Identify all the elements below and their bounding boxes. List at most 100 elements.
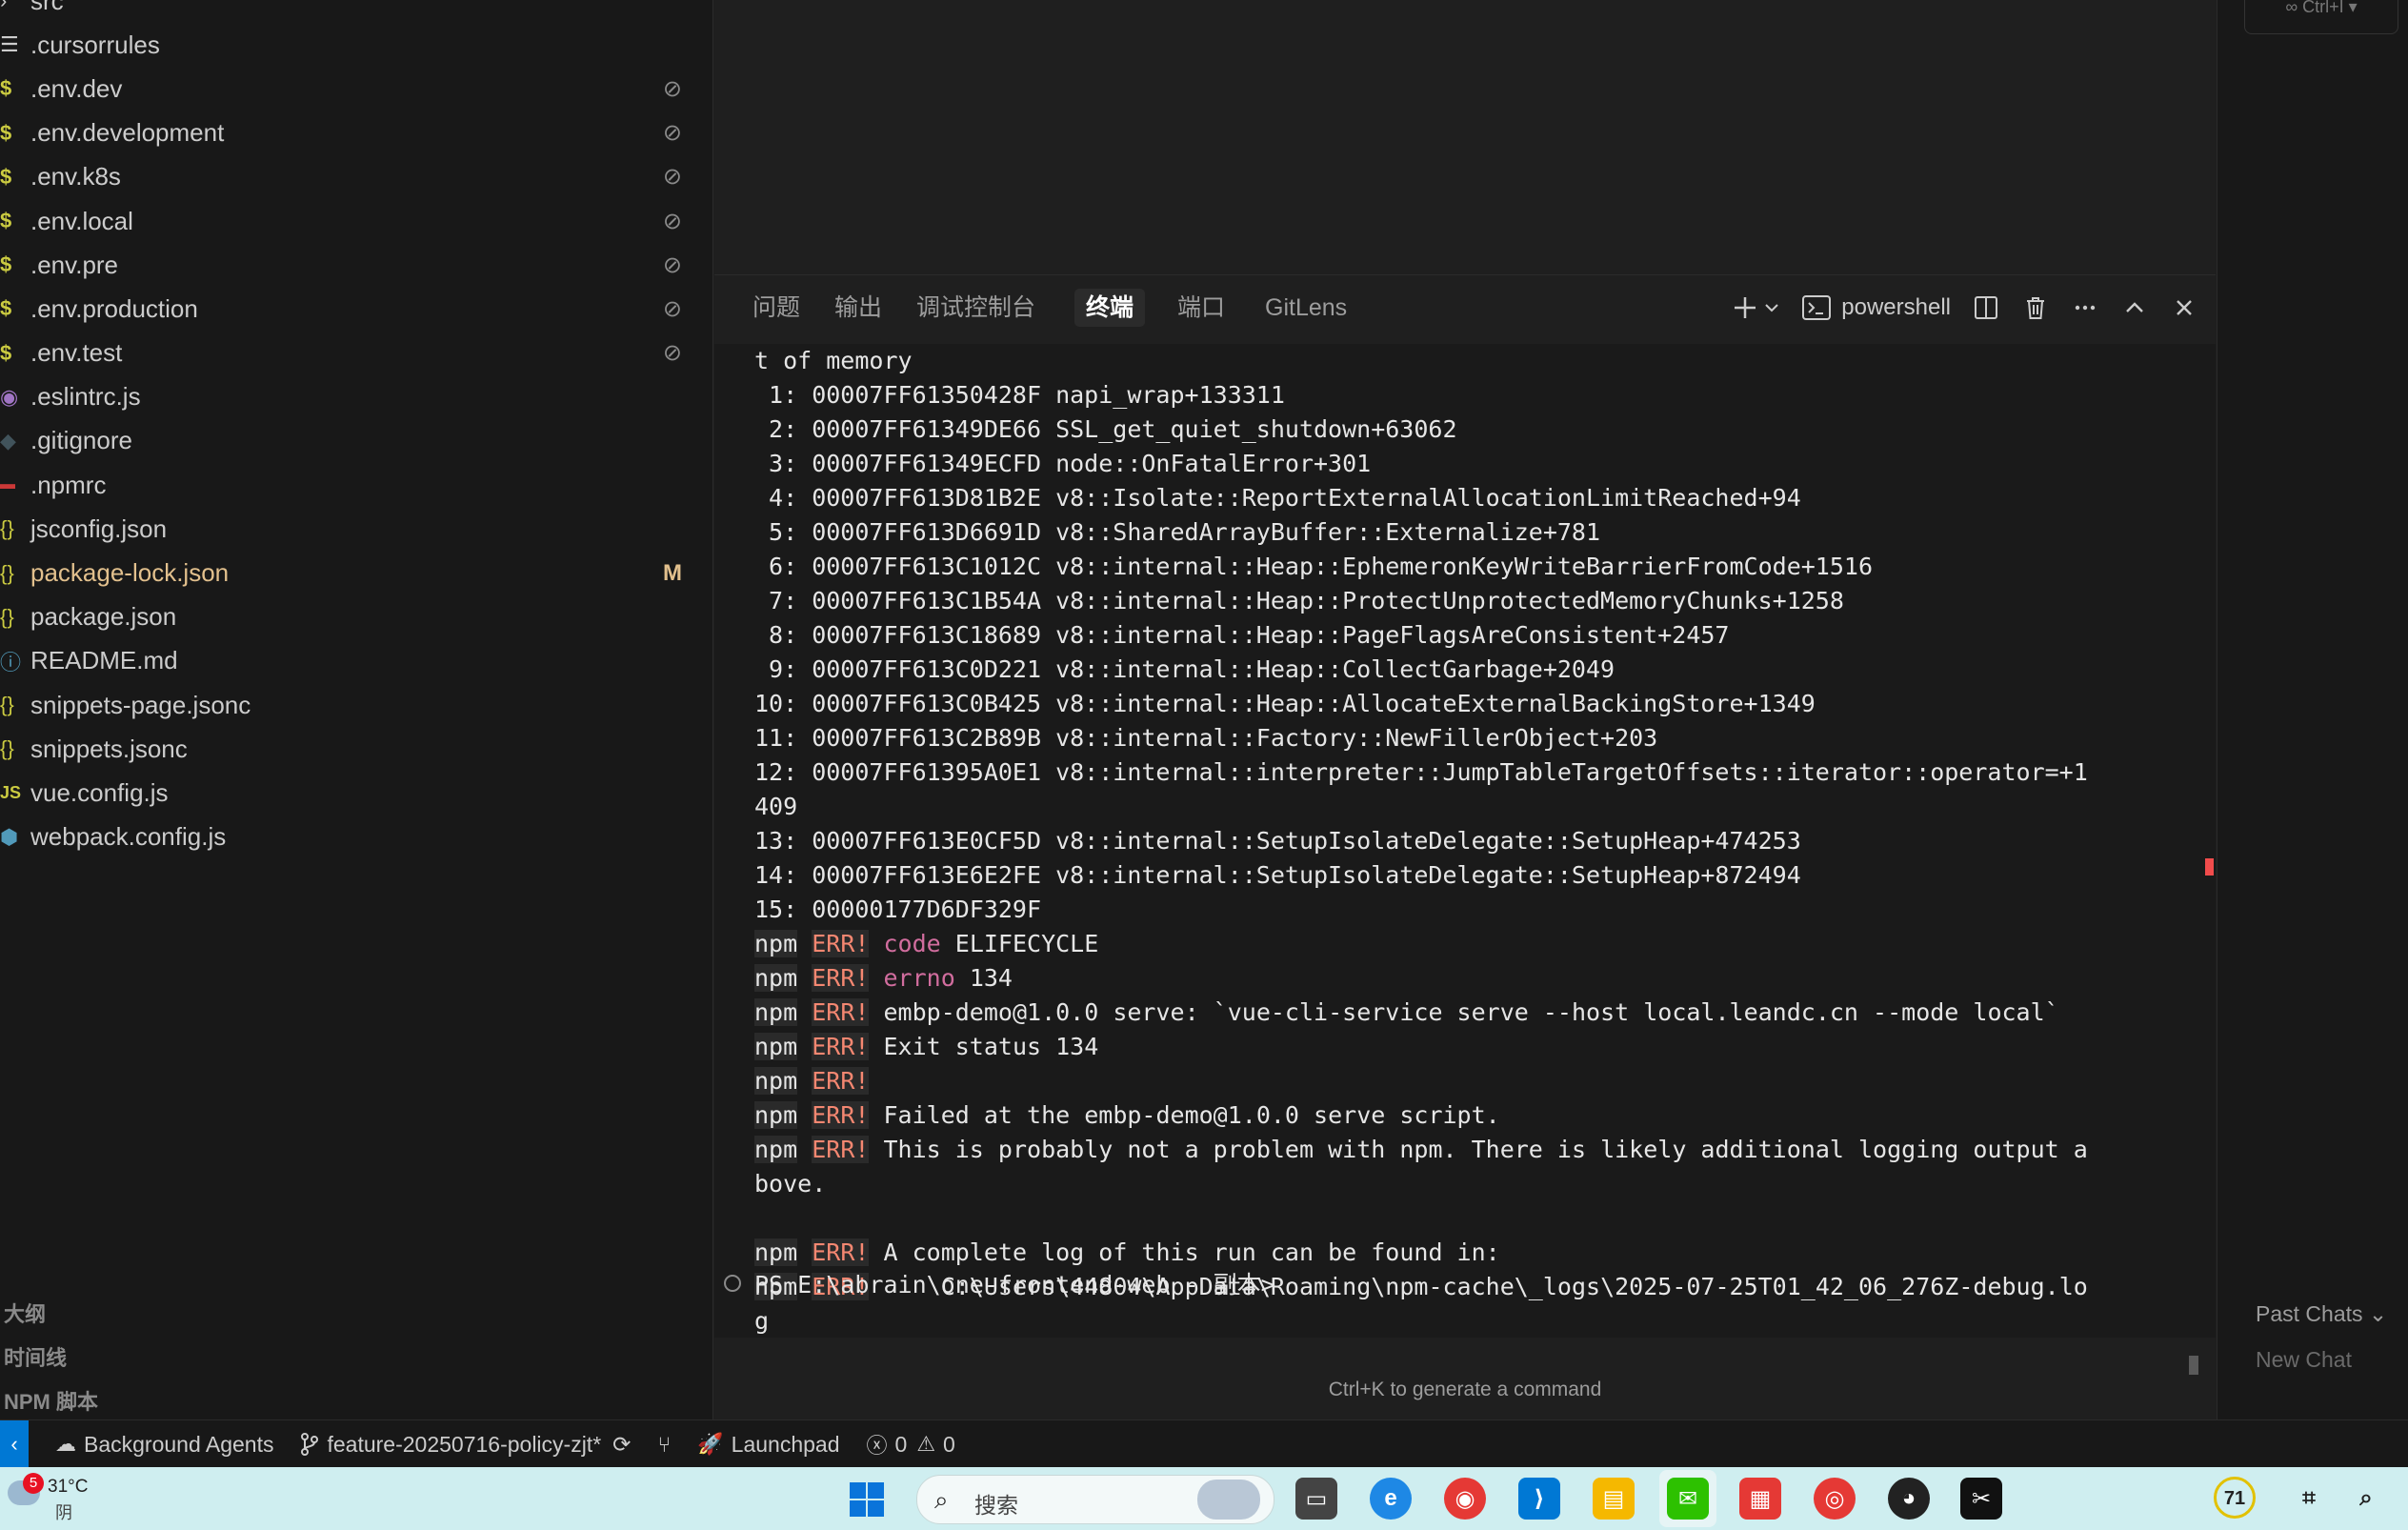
err-key: errno [883,964,955,992]
line-text: A complete log of this run can be found … [883,1238,1500,1266]
edge-icon[interactable]: e [1370,1478,1412,1520]
file-item[interactable]: $ .env.dev ⊘ [0,67,712,111]
file-explorer-icon[interactable]: ▤ [1593,1478,1635,1520]
err-tag: ERR! [812,964,870,992]
json-icon: {} [0,736,14,761]
json-icon: {} [0,560,14,585]
problems-status[interactable]: ⓧ 0 ⚠ 0 [867,1429,955,1460]
file-item[interactable]: $ .env.production ⊘ [0,287,712,331]
file-name: .gitignore [30,426,132,455]
branch-label: feature-20250716-policy-zjt* [327,1431,602,1457]
sidebar-section-header[interactable]: 时间线 [0,1335,712,1379]
panel-tab-bar: 问题 输出 调试控制台 终端 端口 GitLens powershell [714,275,2216,344]
info-icon: ⓘ [0,650,22,674]
file-item[interactable]: ⬢ webpack.config.js [0,815,712,859]
qq-icon[interactable]: ◕ [1888,1478,1930,1520]
vscode-icon[interactable]: ⟩ [1518,1478,1560,1520]
trash-icon [2027,297,2044,319]
terminal-line: npm ERR! code ELIFECYCLE [754,927,2179,961]
start-button[interactable] [850,1482,884,1517]
line-text: This is probably not a problem with npm.… [883,1136,2088,1163]
split-terminal-button[interactable] [1972,293,2000,322]
file-item[interactable]: $ .env.test ⊘ [0,332,712,375]
editor-area[interactable] [714,0,2216,274]
npm-prefix: npm [754,964,798,992]
file-name: .env.test [30,338,123,368]
snipping-tool-icon[interactable]: ⌗ [2288,1478,2330,1520]
ignored-icon: ⊘ [662,164,682,191]
file-item[interactable]: $ .env.pre ⊘ [0,243,712,287]
weather-widget[interactable]: 5 31°C 阴 [8,1471,122,1526]
tab-problems[interactable]: 问题 [741,289,812,327]
tab-terminal[interactable]: 终端 [1074,289,1146,327]
terminal-line: t of memory [754,344,2179,378]
file-item[interactable]: {} package.json [0,595,712,639]
chevron-down-icon[interactable] [1763,299,1780,316]
file-item[interactable]: ▬ .npmrc [0,463,712,507]
tray-badge[interactable]: 71 [2214,1477,2256,1519]
netease-music-icon[interactable]: ◎ [1814,1478,1856,1520]
file-item[interactable]: {} package-lock.json M [0,551,712,594]
file-item[interactable]: ◆ .gitignore [0,419,712,463]
terminal-profile[interactable]: powershell [1801,293,1951,322]
command-status-icon [724,1275,741,1292]
file-item[interactable]: $ .env.development ⊘ [0,111,712,155]
json-icon: {} [0,604,14,629]
git-graph-status[interactable]: ⑂ [657,1432,671,1458]
background-agents-status[interactable]: ☁ Background Agents [55,1432,273,1458]
search-icon: ⌕ [934,1485,949,1514]
app-red-icon[interactable]: ▦ [1739,1478,1781,1520]
file-item[interactable]: JS vue.config.js [0,771,712,815]
webpack-icon: ⬢ [0,824,19,849]
remote-indicator[interactable]: ‹ [0,1420,29,1468]
file-item[interactable]: $ .env.local ⊘ [0,199,712,243]
file-item[interactable]: ☰ .cursorrules [0,23,712,67]
search-app-icon[interactable]: ⌕ [2345,1478,2387,1520]
file-item[interactable]: {} snippets.jsonc [0,727,712,771]
maximize-panel-button[interactable] [2120,293,2149,322]
terminal-view[interactable]: t of memory 1: 00007FF61350428F napi_wra… [714,344,2216,1338]
taskbar-search[interactable]: ⌕ 搜索 [916,1475,1274,1524]
terminal-line: 9: 00007FF613C0D221 v8::internal::Heap::… [754,653,2179,687]
agent-mode-button[interactable]: ∞ Ctrl+I ▾ [2244,0,2398,34]
file-name: vue.config.js [30,777,169,807]
kill-terminal-button[interactable] [2021,293,2050,322]
launchpad-status[interactable]: 🚀 Launchpad [697,1432,839,1458]
terminal-cursor [2189,1356,2198,1375]
file-item[interactable]: › src [0,0,712,23]
branch-status[interactable]: feature-20250716-policy-zjt* ⟳ [300,1432,631,1458]
capcut-icon[interactable]: ✂ [1960,1478,2002,1520]
chrome-icon[interactable]: ◉ [1444,1478,1486,1520]
new-terminal-button[interactable] [1731,293,1780,322]
tab-ports[interactable]: 端口 [1166,289,1236,327]
line-text: bove. [754,1170,827,1198]
file-item[interactable]: $ .env.k8s ⊘ [0,155,712,199]
terminal-line: 13: 00007FF613E0CF5D v8::internal::Setup… [754,824,2179,858]
task-view-icon[interactable]: ▭ [1295,1478,1337,1520]
sync-icon[interactable]: ⟳ [612,1432,631,1458]
sidebar-section-header[interactable]: NPM 脚本 [0,1379,712,1422]
file-item[interactable]: ⓘ README.md [0,639,712,683]
file-name: .cursorrules [30,30,160,59]
terminal-line: npm ERR! [754,1064,2179,1098]
err-tag: ERR! [812,1101,870,1129]
new-chat-button[interactable]: New Chat [2256,1347,2352,1373]
tab-debug-console[interactable]: 调试控制台 [905,289,1047,327]
file-name: .env.pre [30,250,119,279]
terminal-prompt[interactable]: PS E:\abrain\one-frontend-web - 副本> [724,1264,1275,1302]
wechat-icon[interactable]: ✉ [1667,1478,1709,1520]
file-item[interactable]: ◉ .eslintrc.js [0,375,712,419]
dollar-icon: $ [0,164,12,189]
tab-output[interactable]: 输出 [823,289,893,327]
js-icon: JS [0,782,22,802]
sidebar-sections: 大纲 时间线 NPM 脚本 [0,1291,712,1422]
file-item[interactable]: {} snippets-page.jsonc [0,683,712,727]
close-panel-button[interactable] [2170,293,2198,322]
line-text: 11: 00007FF613C2B89B v8::internal::Facto… [754,724,1658,752]
line-text: 9: 00007FF613C0D221 v8::internal::Heap::… [754,655,1615,683]
sidebar-section-header[interactable]: 大纲 [0,1291,712,1335]
tab-gitlens[interactable]: GitLens [1254,289,1358,327]
past-chats-toggle[interactable]: Past Chats ⌄ [2256,1301,2387,1327]
file-item[interactable]: {} jsconfig.json [0,507,712,551]
more-actions-button[interactable] [2071,293,2099,322]
